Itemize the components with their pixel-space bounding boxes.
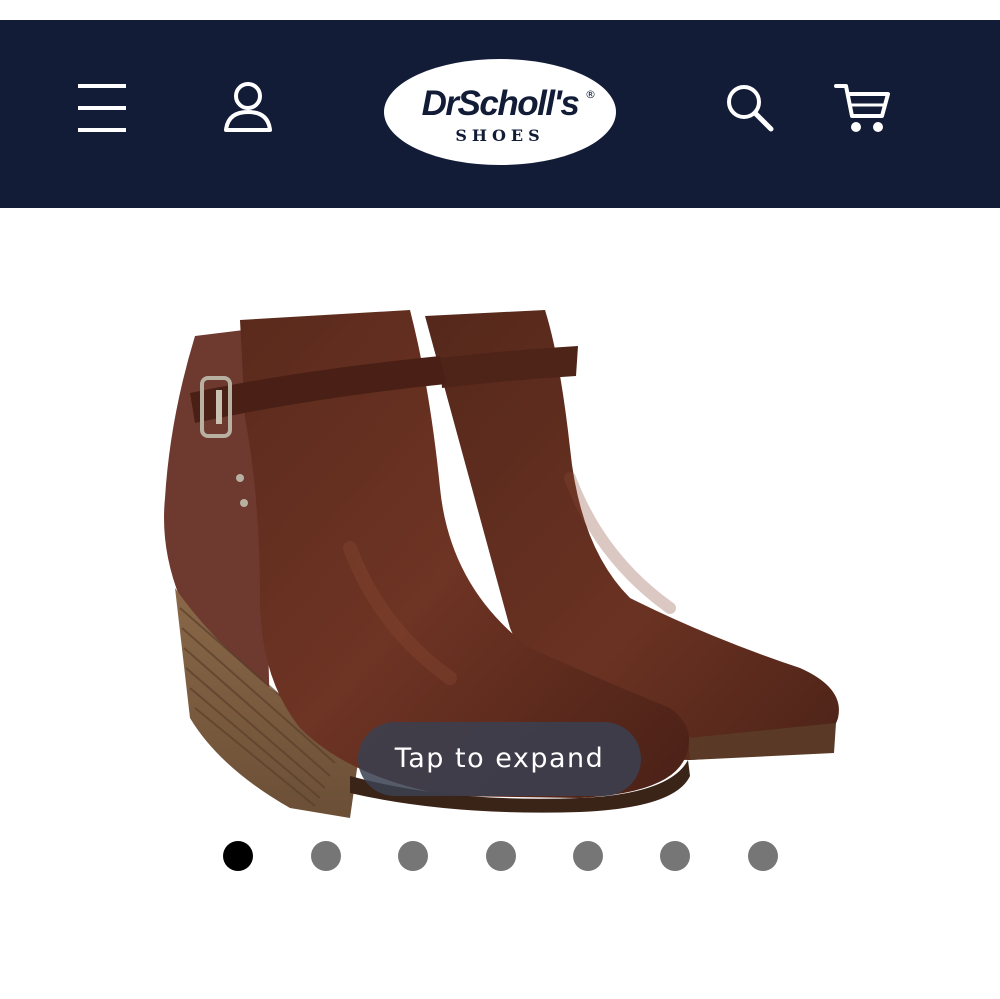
- gallery-dot-7[interactable]: [748, 841, 778, 871]
- gallery-dot-2[interactable]: [311, 841, 341, 871]
- product-image-gallery[interactable]: Tap to expand: [0, 208, 1000, 828]
- gallery-dot-6[interactable]: [660, 841, 690, 871]
- gallery-dot-5[interactable]: [573, 841, 603, 871]
- cart-button[interactable]: [830, 78, 894, 138]
- gallery-pagination: [0, 838, 1000, 874]
- search-button[interactable]: [720, 80, 780, 136]
- logo-registered-mark: ®: [585, 88, 596, 101]
- logo-subtitle: SHOES: [455, 126, 545, 145]
- tap-to-expand-button[interactable]: Tap to expand: [358, 722, 641, 796]
- menu-button[interactable]: [74, 82, 130, 134]
- logo-brand-text: DrScholl's: [421, 84, 580, 123]
- hamburger-menu-icon: [78, 84, 126, 132]
- account-button[interactable]: [218, 80, 278, 136]
- brand-logo[interactable]: DrScholl's ® SHOES: [383, 58, 617, 166]
- gallery-dot-1[interactable]: [223, 841, 253, 871]
- site-header: DrScholl's ® SHOES: [0, 20, 1000, 208]
- user-account-icon: [224, 82, 272, 132]
- product-page: DrScholl's ® SHOES Tap to expand: [0, 0, 1000, 999]
- shopping-cart-icon: [834, 84, 890, 132]
- gallery-dot-3[interactable]: [398, 841, 428, 871]
- search-icon: [727, 85, 774, 132]
- gallery-dot-4[interactable]: [486, 841, 516, 871]
